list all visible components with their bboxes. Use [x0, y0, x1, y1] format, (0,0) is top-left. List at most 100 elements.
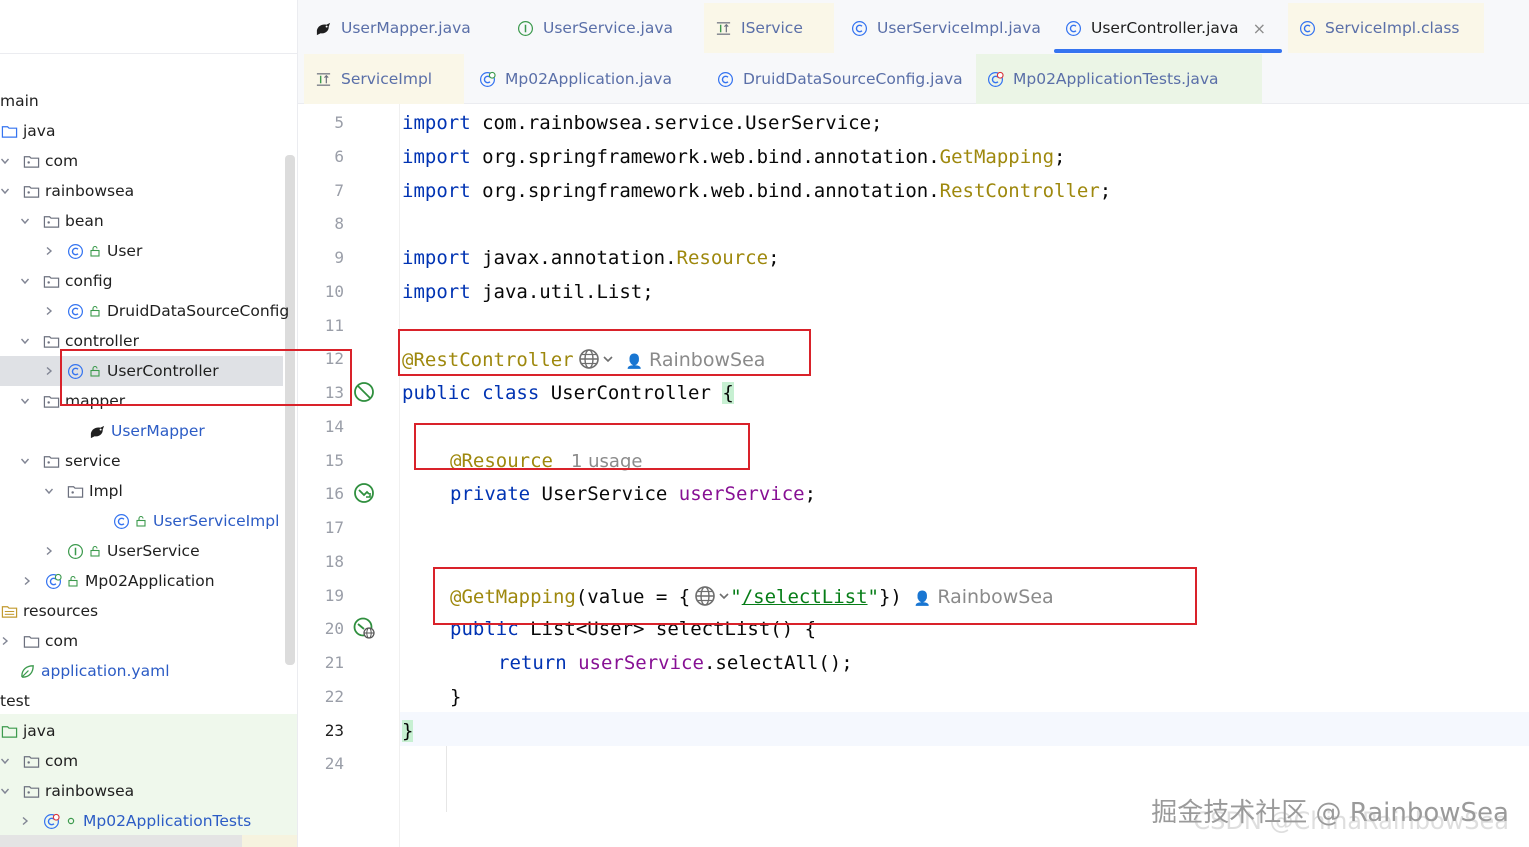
- line-number[interactable]: 13: [298, 376, 358, 410]
- tree-item-test[interactable]: test: [0, 686, 297, 716]
- spring-bean-injection-gutter-icon[interactable]: [352, 481, 376, 505]
- line-number[interactable]: 17: [298, 511, 358, 545]
- chevron-down-icon[interactable]: [718, 579, 730, 600]
- chevron-down-icon[interactable]: [20, 216, 30, 226]
- code-line-6[interactable]: import org.springframework.web.bind.anno…: [402, 140, 1065, 174]
- code-line-13[interactable]: public class UserController {: [402, 376, 734, 410]
- line-number[interactable]: 5: [298, 106, 358, 140]
- tree-item-com[interactable]: com: [0, 146, 297, 176]
- spring-endpoint-gutter-icon[interactable]: [352, 616, 376, 640]
- tree-item-userservice[interactable]: UserService: [0, 536, 297, 566]
- tab-mp02applicationtests-java[interactable]: Mp02ApplicationTests.java: [976, 54, 1262, 104]
- code-line-10[interactable]: import java.util.List;: [402, 275, 654, 309]
- usage-hint[interactable]: 1 usage: [571, 451, 643, 472]
- code-line-19[interactable]: @GetMapping(value = {"/selectList"}) 👤 Rai…: [450, 579, 1054, 613]
- line-number[interactable]: 23: [298, 714, 358, 748]
- tree-item-service[interactable]: service: [0, 446, 297, 476]
- chevron-right-icon[interactable]: [20, 816, 30, 826]
- tab-serviceimpl[interactable]: ServiceImpl: [304, 54, 464, 104]
- tab-serviceimpl-class[interactable]: ServiceImpl.class: [1288, 3, 1484, 53]
- line-number[interactable]: 19: [298, 579, 358, 613]
- line-number[interactable]: 11: [298, 309, 358, 343]
- chevron-right-icon[interactable]: [44, 306, 54, 316]
- tab-usermapper-java[interactable]: UserMapper.java: [304, 3, 496, 53]
- line-number[interactable]: 16: [298, 477, 358, 511]
- tree-item-mp02applicationtests[interactable]: Mp02ApplicationTests: [0, 806, 297, 836]
- tree-item-java[interactable]: java: [0, 116, 297, 146]
- line-number[interactable]: 10: [298, 275, 358, 309]
- code-line-9[interactable]: import javax.annotation.Resource;: [402, 241, 780, 275]
- code-editor[interactable]: 5 6 7 8 9 10 11 12 13 14 15 16 17 18 19 20 21 22 23 24 impo…: [298, 104, 1529, 847]
- tab-iservice[interactable]: IService: [704, 3, 834, 53]
- line-number[interactable]: 9: [298, 241, 358, 275]
- tree-item-test-com[interactable]: com: [0, 746, 297, 776]
- tree-item-userserviceimpl[interactable]: UserServiceImpl: [0, 506, 297, 536]
- tab-mp02application-java[interactable]: Mp02Application.java: [468, 54, 688, 104]
- code-line-20[interactable]: public List<User> selectList() {: [450, 612, 816, 646]
- tab-userservice-java[interactable]: UserService.java: [506, 3, 696, 53]
- chevron-down-icon[interactable]: [20, 336, 30, 346]
- chevron-down-icon[interactable]: [0, 186, 10, 196]
- tab-usercontroller-java[interactable]: UserController.java ×: [1054, 3, 1282, 53]
- tree-item-impl[interactable]: Impl: [0, 476, 297, 506]
- code-line-22[interactable]: }: [450, 680, 461, 714]
- line-number[interactable]: 7: [298, 174, 358, 208]
- tab-druiddatasourceconfig-java[interactable]: DruidDataSourceConfig.java: [706, 54, 972, 104]
- code-line-12[interactable]: @RestController 👤 RainbowSea: [402, 342, 765, 376]
- tree-item-resources[interactable]: resources: [0, 596, 297, 626]
- chevron-down-icon[interactable]: [44, 486, 54, 496]
- chevron-right-icon[interactable]: [44, 366, 54, 376]
- chevron-down-icon[interactable]: [602, 342, 614, 363]
- tree-item-application-yaml[interactable]: application.yaml: [0, 656, 297, 686]
- code-line-21[interactable]: return userService.selectAll();: [498, 646, 853, 680]
- line-number[interactable]: 12: [298, 342, 358, 376]
- tree-item-main[interactable]: main: [0, 86, 297, 116]
- code-line-15[interactable]: @Resource 1 usage: [450, 444, 642, 478]
- code-line-5[interactable]: import com.rainbowsea.service.UserServic…: [402, 106, 882, 140]
- tree-item-bean[interactable]: bean: [0, 206, 297, 236]
- chevron-down-icon[interactable]: [0, 156, 10, 166]
- line-number[interactable]: 24: [298, 747, 358, 781]
- code-line-7[interactable]: import org.springframework.web.bind.anno…: [402, 174, 1111, 208]
- code-line-23[interactable]: }: [402, 714, 414, 748]
- close-tab-icon[interactable]: ×: [1253, 19, 1266, 38]
- line-number[interactable]: 6: [298, 140, 358, 174]
- author-hint[interactable]: RainbowSea: [937, 586, 1053, 608]
- line-number[interactable]: 8: [298, 207, 358, 241]
- chevron-down-icon[interactable]: [20, 456, 30, 466]
- tree-item-user[interactable]: User: [0, 236, 297, 266]
- tree-item-mp02application[interactable]: Mp02Application: [0, 566, 297, 596]
- web-endpoint-globe-icon[interactable]: [578, 347, 600, 369]
- horizontal-scrollbar[interactable]: [0, 835, 242, 847]
- code-line-16[interactable]: private UserService userService;: [450, 477, 816, 511]
- chevron-down-icon[interactable]: [20, 396, 30, 406]
- tree-item-druiddatasourceconfig[interactable]: DruidDataSourceConfig: [0, 296, 297, 326]
- chevron-right-icon[interactable]: [44, 246, 54, 256]
- author-hint[interactable]: RainbowSea: [649, 349, 765, 371]
- tree-item-test-java[interactable]: java: [0, 716, 297, 746]
- tree-item-rainbowsea[interactable]: rainbowsea: [0, 176, 297, 206]
- line-number[interactable]: 20: [298, 612, 358, 646]
- tree-item-config[interactable]: config: [0, 266, 297, 296]
- chevron-right-icon[interactable]: [22, 576, 32, 586]
- line-number[interactable]: 14: [298, 410, 358, 444]
- line-number[interactable]: 21: [298, 646, 358, 680]
- line-number[interactable]: 22: [298, 680, 358, 714]
- spring-bean-gutter-icon[interactable]: [352, 380, 376, 404]
- tree-item-usercontroller[interactable]: UserController: [0, 356, 283, 386]
- tab-userserviceimpl-java[interactable]: UserServiceImpl.java: [840, 3, 1056, 53]
- tree-item-usermapper[interactable]: UserMapper: [0, 416, 297, 446]
- line-number[interactable]: 18: [298, 545, 358, 579]
- chevron-down-icon[interactable]: [20, 276, 30, 286]
- chevron-down-icon[interactable]: [0, 756, 10, 766]
- tree-item-mapper[interactable]: mapper: [0, 386, 297, 416]
- chevron-down-icon[interactable]: [0, 786, 10, 796]
- tree-item-resources-com[interactable]: com: [0, 626, 297, 656]
- endpoint-url-link[interactable]: /selectList: [742, 586, 868, 608]
- chevron-right-icon[interactable]: [44, 546, 54, 556]
- tree-item-controller[interactable]: controller: [0, 326, 297, 356]
- chevron-right-icon[interactable]: [0, 636, 10, 646]
- line-number[interactable]: 15: [298, 444, 358, 478]
- tree-item-test-rainbowsea[interactable]: rainbowsea: [0, 776, 297, 806]
- web-endpoint-globe-icon[interactable]: [694, 584, 716, 606]
